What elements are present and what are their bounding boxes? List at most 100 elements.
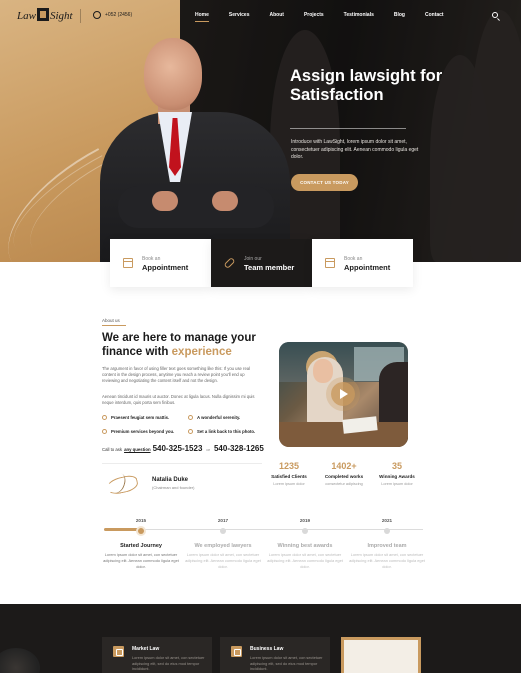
signature-divider <box>102 463 262 464</box>
stat-label: Completed works <box>324 474 364 479</box>
timeline-title: Winning best awards <box>277 543 333 549</box>
call-prefix: Call to ask <box>102 447 123 452</box>
link-icon <box>223 256 236 270</box>
bullet-text: Premium services beyond you. <box>111 429 175 434</box>
stat-subtext: Lorem ipsum dolor <box>381 482 413 486</box>
nav-link-testimonials[interactable]: Testimonials <box>344 12 374 18</box>
phone-number-2[interactable]: 540-328-1265 <box>214 444 264 453</box>
feature-title: Appointment <box>344 262 391 272</box>
logo-mark-icon <box>36 8 49 21</box>
any-question-link[interactable]: any question <box>124 447 151 452</box>
top-navigation: Law Sight +052 (2456) Home Services About… <box>0 0 521 32</box>
stat-satisfied-clients: 1235 Satisfied Clients Lorem ipsum dolor <box>264 461 314 486</box>
site-logo[interactable]: Law Sight <box>17 8 73 22</box>
stat-label: Satisfied Clients <box>271 474 307 479</box>
phone-icon <box>93 11 101 19</box>
logo-divider <box>80 9 81 23</box>
timeline-title: Started Journey <box>120 543 162 549</box>
about-paragraph: Aenean tincidunt id mauris ut auctor. Do… <box>102 394 255 405</box>
service-card-market-law[interactable]: Market Law Lorem ipsum dolor sit amet, c… <box>102 637 212 673</box>
timeline-dot <box>220 528 226 534</box>
feature-small-label: Book an <box>344 255 363 262</box>
feature-title: Appointment <box>142 262 189 272</box>
timeline-text: Lorem ipsum dolor sit amet, con sectetue… <box>349 552 425 569</box>
hero-description: Introduce with LawSight, lorem ipsum dol… <box>291 139 419 160</box>
video-scene-face <box>313 359 333 383</box>
about-bullet-list: Praesent feugiat sem mattis. A wonderful… <box>102 415 267 434</box>
stat-number: 1235 <box>278 461 300 471</box>
stat-completed-works: 1402+ Completed works consectetur adipis… <box>319 461 369 486</box>
timeline-year: 2019 <box>299 518 311 523</box>
service-text: Lorem ipsum dolor sit amet, con sectetue… <box>250 655 323 671</box>
timeline-item[interactable]: 2019 Winning best awards Lorem ipsum dol… <box>266 518 344 569</box>
call-line: Call to ask any question 540-325-1523 or… <box>102 444 264 453</box>
play-button-icon[interactable] <box>331 382 355 406</box>
timeline-item[interactable]: 2021 Improved team Lorem ipsum dolor sit… <box>348 518 426 569</box>
about-tag: About us <box>102 318 120 323</box>
stat-winning-awards: 35 Winning Awards Lorem ipsum dolor <box>372 461 422 486</box>
bullet-item: A wonderful serenity. <box>188 415 268 420</box>
timeline-item[interactable]: 2017 We employed lawyers Lorem ipsum dol… <box>184 518 262 569</box>
timeline-year: 2021 <box>381 518 393 523</box>
bullet-item: Praesent feugiat sem mattis. <box>102 415 188 420</box>
nav-link-projects[interactable]: Projects <box>304 12 324 18</box>
nav-link-contact[interactable]: Contact <box>425 12 444 18</box>
stat-number: 35 <box>391 461 402 471</box>
stat-label: Winning Awards <box>379 474 415 479</box>
bullet-item: Set a link back to this photo. <box>188 429 268 434</box>
service-card-business-law[interactable]: Business Law Lorem ipsum dolor sit amet,… <box>220 637 330 673</box>
logo-text-left: Law <box>17 10 36 22</box>
timeline-title: We employed lawyers <box>194 543 252 549</box>
calendar-icon <box>123 258 133 268</box>
nav-link-services[interactable]: Services <box>229 12 250 18</box>
feature-title: Team member <box>244 262 295 272</box>
calendar-icon <box>325 258 335 268</box>
call-or: or <box>206 447 210 452</box>
services-image <box>341 637 421 673</box>
hero-section: Assign lawsight for Satisfaction Introdu… <box>0 0 521 262</box>
bullet-text: A wonderful serenity. <box>197 415 241 420</box>
phone-number-1[interactable]: 540-325-1523 <box>153 444 203 453</box>
feature-box-appointment[interactable]: Book an Appointment <box>110 239 211 287</box>
timeline-text: Lorem ipsum dolor sit amet, con sectetue… <box>267 552 343 569</box>
timeline-item[interactable]: 2015 Started Journey Lorem ipsum dolor s… <box>102 518 180 569</box>
feature-small-label: Join our <box>244 255 262 262</box>
background-person <box>470 10 521 262</box>
timeline-text: Lorem ipsum dolor sit amet, con sectetue… <box>103 552 179 569</box>
search-icon[interactable] <box>492 12 498 18</box>
nav-link-about[interactable]: About <box>269 12 283 18</box>
stat-number: 1402+ <box>331 461 357 471</box>
service-title: Business Law <box>250 646 284 652</box>
about-heading-accent: experience <box>171 346 232 358</box>
bullet-text: Set a link back to this photo. <box>197 429 256 434</box>
signer-role: (Chairman and founder) <box>152 485 195 490</box>
service-icon <box>231 646 242 657</box>
hero-title: Assign lawsight for Satisfaction <box>290 67 443 104</box>
signature-image <box>104 471 140 497</box>
about-tag-underline <box>102 325 126 326</box>
header-phone[interactable]: +052 (2456) <box>93 11 132 19</box>
check-icon <box>102 429 107 434</box>
about-paragraph: The argument in favor of using filler te… <box>102 366 251 383</box>
timeline-text: Lorem ipsum dolor sit amet, con sectetue… <box>185 552 261 569</box>
header-phone-number: +052 (2456) <box>105 12 133 18</box>
check-icon <box>188 415 193 420</box>
timeline-year: 2015 <box>135 518 147 523</box>
feature-box-appointment-2[interactable]: Book an Appointment <box>312 239 413 287</box>
service-icon <box>113 646 124 657</box>
check-icon <box>102 415 107 420</box>
nav-link-home[interactable]: Home <box>195 12 209 22</box>
nav-link-blog[interactable]: Blog <box>394 12 405 18</box>
feature-box-team[interactable]: Join our Team member <box>211 239 312 287</box>
timeline-dot <box>384 528 390 534</box>
bullet-item: Premium services beyond you. <box>102 429 188 434</box>
lawyer-hand <box>212 191 238 211</box>
stat-subtext: Lorem ipsum dolor <box>273 482 305 486</box>
timeline-dot <box>302 528 308 534</box>
about-heading: We are here to manage your finance with … <box>102 331 272 359</box>
bullet-text: Praesent feugiat sem mattis. <box>111 415 170 420</box>
timeline-title: Improved team <box>367 543 407 549</box>
check-icon <box>188 429 193 434</box>
contact-us-button[interactable]: CONTACT US TODAY <box>291 174 358 191</box>
lawyer-head <box>144 38 202 110</box>
